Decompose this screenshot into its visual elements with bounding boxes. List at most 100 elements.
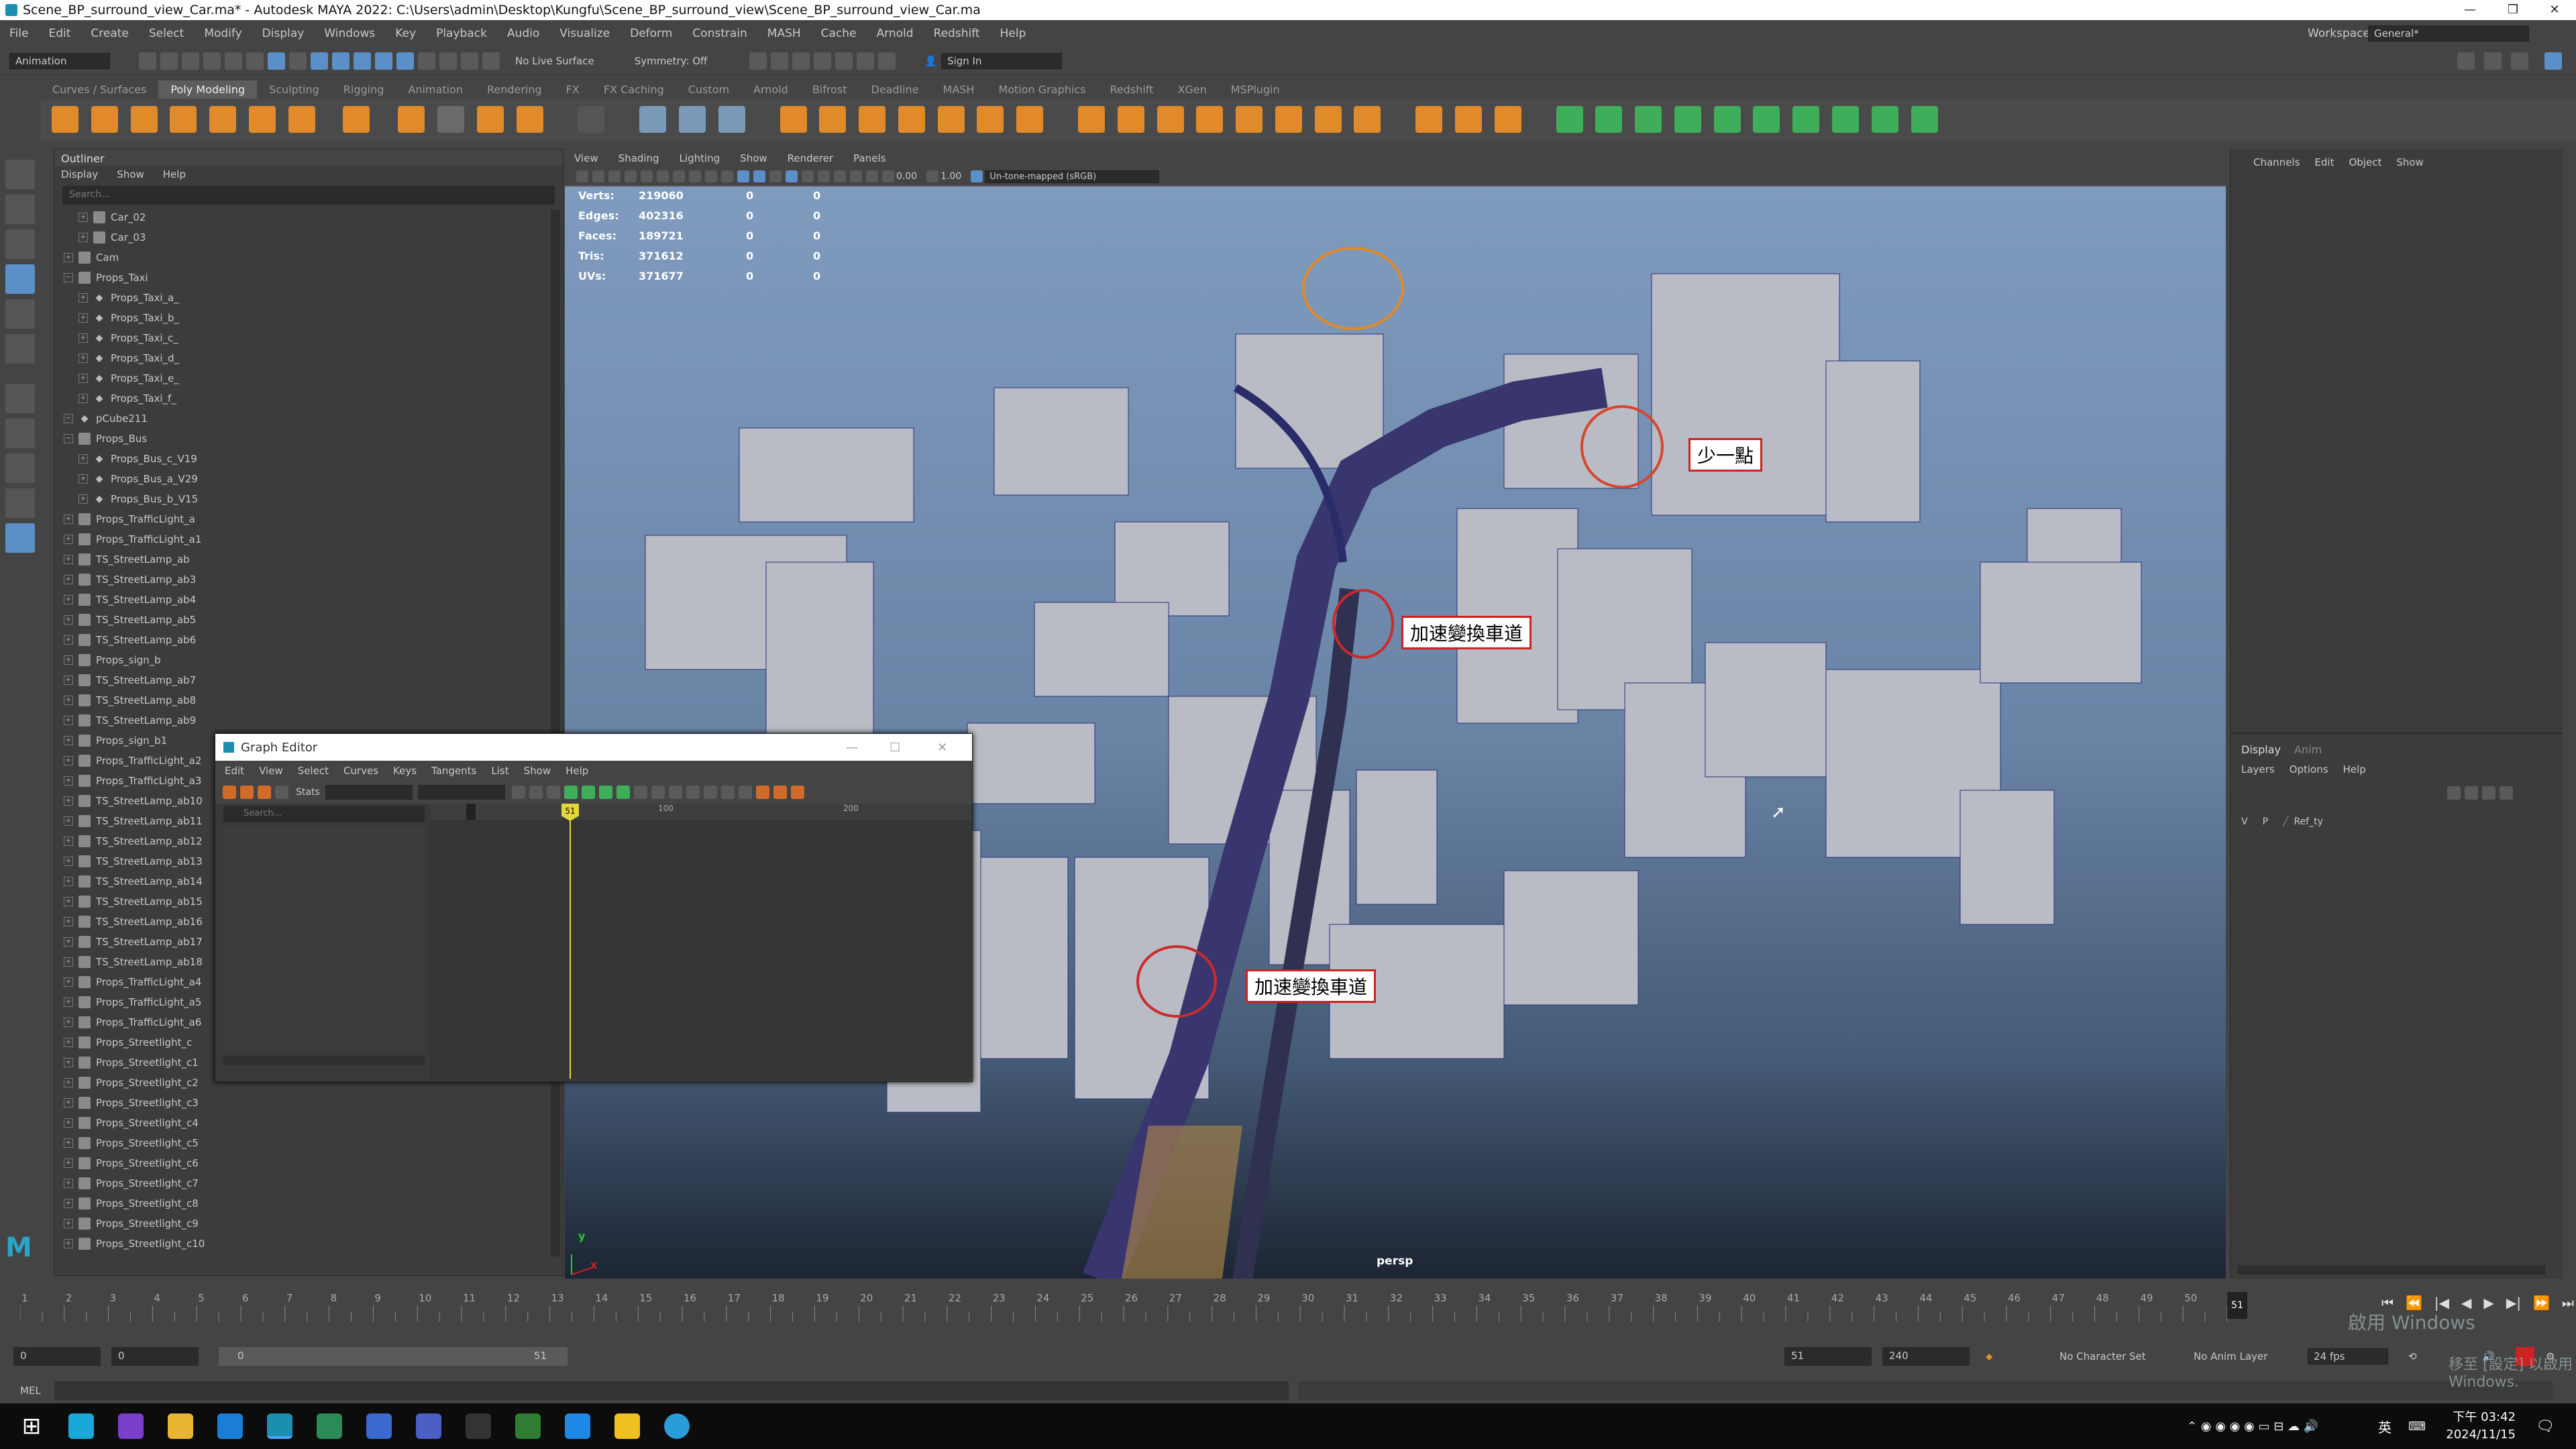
- go-to-end-icon[interactable]: ⏭: [2562, 1295, 2574, 1311]
- expand-icon[interactable]: +: [64, 1038, 73, 1047]
- select-component-icon[interactable]: [289, 52, 307, 70]
- viewport-menu-renderer[interactable]: Renderer: [788, 152, 833, 164]
- append-polygon-icon[interactable]: [1314, 106, 1342, 133]
- expand-icon[interactable]: +: [78, 313, 88, 323]
- isolate-select-icon[interactable]: [850, 170, 862, 182]
- scene-view[interactable]: Verts: 219060 0 0 Edges: 402316 0 0 Faces: 189721…: [565, 186, 2226, 1279]
- expand-icon[interactable]: +: [78, 354, 88, 363]
- modeling-toolkit-icon[interactable]: [2457, 52, 2475, 70]
- symmetry-label[interactable]: Symmetry: Off: [635, 55, 708, 67]
- menu-modify[interactable]: Modify: [204, 27, 241, 40]
- expand-icon[interactable]: +: [64, 977, 73, 987]
- outliner-item[interactable]: + ◆ Props_Taxi_a_: [64, 288, 563, 308]
- minimize-button[interactable]: —: [2449, 0, 2491, 20]
- safe-action-icon[interactable]: [721, 170, 733, 182]
- layer-row[interactable]: V P ╱ Ref_ty: [2241, 813, 2553, 830]
- outliner-item[interactable]: + ◆ Props_Taxi_f_: [64, 388, 563, 409]
- outliner-item[interactable]: + Props_sign_b: [64, 650, 563, 670]
- poly-cylinder-icon[interactable]: [130, 106, 158, 133]
- expand-icon[interactable]: +: [64, 1179, 73, 1188]
- fill-hole-icon[interactable]: [1016, 106, 1044, 133]
- expand-icon[interactable]: +: [78, 374, 88, 383]
- save-scene-icon[interactable]: [182, 52, 199, 70]
- shelf-tab-custom[interactable]: Custom: [676, 80, 741, 99]
- expand-icon[interactable]: +: [78, 494, 88, 504]
- auto-key-icon[interactable]: ⬥: [1986, 1350, 1993, 1362]
- taskbar-app-6-icon[interactable]: [317, 1413, 342, 1439]
- outliner-item[interactable]: + Props_Streetlight_c6: [64, 1153, 563, 1173]
- system-tray-icons[interactable]: ⌃ ◉ ◉ ◉ ◉ ▭ ⊟ ☁ 🔊: [2187, 1419, 2318, 1434]
- expand-icon[interactable]: +: [64, 1159, 73, 1168]
- edge-browser-icon[interactable]: [217, 1413, 243, 1439]
- menu-constrain[interactable]: Constrain: [692, 27, 747, 40]
- wireframe-icon[interactable]: [737, 170, 749, 182]
- shadows-icon[interactable]: [818, 170, 830, 182]
- layer-move-up-icon[interactable]: [2447, 786, 2461, 800]
- clamped-tangent-icon[interactable]: [616, 786, 630, 799]
- viewport-menu-lighting[interactable]: Lighting: [680, 152, 720, 164]
- menu-display[interactable]: Display: [262, 27, 305, 40]
- time-slider[interactable]: 1 2 3 4 5 6 7 8 9 10 11 12 13 14 15 16 17 18 19 20 21 22 23 24 2…: [0, 1281, 2576, 1335]
- layer-menu-layers[interactable]: Layers: [2241, 763, 2275, 775]
- expand-icon[interactable]: +: [64, 716, 73, 725]
- connect-icon[interactable]: [1494, 106, 1521, 133]
- outliner-item[interactable]: + TS_StreetLamp_ab5: [64, 610, 563, 630]
- step-tangent-icon[interactable]: [633, 786, 647, 799]
- region-tool-icon[interactable]: [275, 786, 288, 799]
- wedge-icon[interactable]: [1236, 106, 1263, 133]
- outliner-item[interactable]: + TS_StreetLamp_ab9: [64, 710, 563, 731]
- notification-icon[interactable]: 🗨: [2536, 1418, 2555, 1435]
- rotate-tool-icon[interactable]: [5, 299, 35, 329]
- expand-icon[interactable]: +: [64, 655, 73, 665]
- outliner-item[interactable]: + TS_StreetLamp_ab8: [64, 690, 563, 710]
- shelf-tab-poly-modeling[interactable]: Poly Modeling: [158, 80, 258, 99]
- move-key-icon[interactable]: [223, 786, 236, 799]
- user-icon[interactable]: 👤: [924, 55, 937, 67]
- shelf-tab-fx-caching[interactable]: FX Caching: [592, 80, 676, 99]
- loop-icon[interactable]: ⟲: [2408, 1350, 2417, 1362]
- expand-icon[interactable]: +: [64, 1138, 73, 1148]
- select-hierarchy-icon[interactable]: [246, 52, 264, 70]
- camera-select-icon[interactable]: [576, 170, 588, 182]
- outliner-item[interactable]: − Props_Bus: [64, 429, 563, 449]
- channel-menu-channels[interactable]: Channels: [2253, 156, 2300, 168]
- outliner-item[interactable]: + Props_Streetlight_c5: [64, 1133, 563, 1153]
- input-ops-icon[interactable]: [482, 52, 500, 70]
- snap-curve-icon[interactable]: [332, 52, 350, 70]
- flat-tangent-icon[interactable]: [651, 786, 665, 799]
- target-weld-icon[interactable]: [1455, 106, 1482, 133]
- outliner-item[interactable]: + ◆ Props_Taxi_b_: [64, 308, 563, 328]
- expand-icon[interactable]: +: [64, 957, 73, 967]
- outliner-item[interactable]: + Props_Streetlight_c3: [64, 1093, 563, 1113]
- bevel-icon[interactable]: [1157, 106, 1184, 133]
- collapse-icon[interactable]: −: [64, 434, 73, 443]
- stats-field-2[interactable]: [417, 785, 505, 800]
- expand-icon[interactable]: +: [64, 756, 73, 765]
- snap-point-icon[interactable]: [354, 52, 371, 70]
- swap-buffer-icon[interactable]: [720, 786, 735, 799]
- attribute-editor-icon[interactable]: [2484, 52, 2502, 70]
- outliner-item[interactable]: + Props_Streetlight_c4: [64, 1113, 563, 1133]
- outliner-item[interactable]: + TS_StreetLamp_ab4: [64, 590, 563, 610]
- combine-icon[interactable]: [780, 106, 807, 133]
- layer-menu-options[interactable]: Options: [2290, 763, 2328, 775]
- clock[interactable]: 下午 03:42 2024/11/15: [2442, 1409, 2516, 1444]
- shelf-tab-arnold[interactable]: Arnold: [741, 80, 800, 99]
- multi-cut-icon[interactable]: [1415, 106, 1443, 133]
- expand-icon[interactable]: +: [64, 1058, 73, 1067]
- render-sequence-icon[interactable]: [771, 52, 789, 70]
- next-key-icon[interactable]: ▶|: [2506, 1295, 2521, 1311]
- graph-menu-keys[interactable]: Keys: [393, 765, 417, 777]
- sign-in-button[interactable]: Sign In: [941, 52, 1063, 69]
- exposure-value[interactable]: 0.00: [896, 171, 917, 182]
- outliner-item[interactable]: − Props_Taxi: [64, 268, 563, 288]
- grid-icon[interactable]: [641, 170, 653, 182]
- expand-icon[interactable]: +: [78, 293, 88, 303]
- extrude-icon[interactable]: [1077, 106, 1105, 133]
- scene-end-field[interactable]: 240: [1882, 1347, 1970, 1366]
- expand-icon[interactable]: +: [64, 736, 73, 745]
- outliner-item[interactable]: − ◆ pCube211: [64, 409, 563, 429]
- snap-surface-icon[interactable]: [396, 52, 414, 70]
- film-gate-icon[interactable]: [657, 170, 669, 182]
- expand-icon[interactable]: +: [64, 1018, 73, 1027]
